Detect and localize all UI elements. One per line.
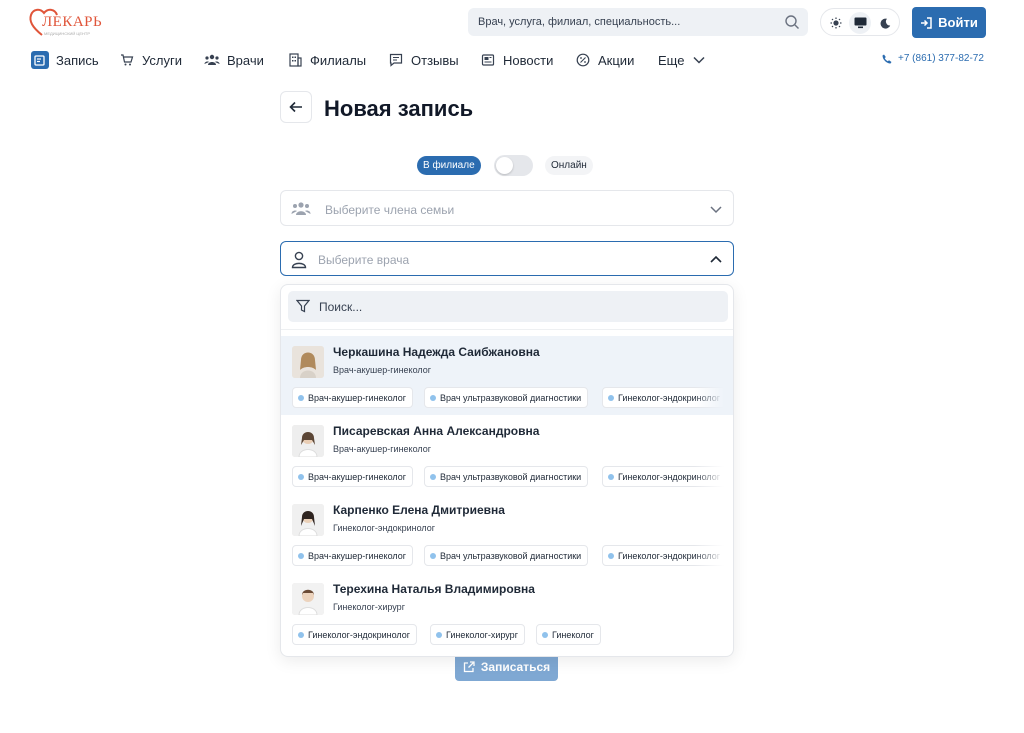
doctor-select[interactable]: Выберите врача bbox=[280, 241, 734, 276]
doctor-specialty: Гинеколог-эндокринолог bbox=[333, 523, 436, 533]
logo[interactable]: ЛЕКАРЬ МЕДИЦИНСКИЙ ЦЕНТР bbox=[28, 6, 103, 38]
nav-label: Врачи bbox=[227, 52, 264, 68]
doctor-specialty: Гинеколог-хирург bbox=[333, 602, 405, 612]
nav-item-zapis[interactable]: Запись bbox=[31, 51, 99, 69]
doctor-search-placeholder: Поиск... bbox=[319, 300, 363, 314]
nav-item-filialy[interactable]: Филиалы bbox=[287, 51, 366, 69]
doctor-avatar bbox=[292, 583, 324, 615]
main-nav: Запись Услуги Врачи Филиалы Отзывы Новос… bbox=[0, 48, 1024, 72]
chevron-up-icon bbox=[710, 255, 722, 263]
login-button[interactable]: Войти bbox=[912, 7, 986, 38]
arrow-left-icon bbox=[289, 101, 302, 113]
doctor-tags: Гинеколог-эндокринолог Гинеколог-хирург … bbox=[292, 624, 724, 646]
doctor-avatar bbox=[292, 425, 324, 457]
nav-label: Услуги bbox=[142, 52, 182, 68]
newspaper-icon bbox=[480, 52, 496, 68]
specialty-tag: Врач ультразвуковой диагностики bbox=[424, 466, 589, 487]
nav-label: Запись bbox=[56, 52, 99, 68]
phone-icon bbox=[882, 54, 892, 63]
user-icon bbox=[289, 251, 309, 269]
login-icon bbox=[921, 16, 932, 29]
back-button[interactable] bbox=[280, 91, 312, 123]
doctor-specialty: Врач-акушер-гинеколог bbox=[333, 444, 432, 454]
nav-item-uslugi[interactable]: Услуги bbox=[119, 51, 182, 69]
mode-toggle[interactable] bbox=[494, 155, 533, 176]
specialty-tag: Гинеколог-хирург bbox=[430, 624, 525, 645]
submit-label: Записаться bbox=[480, 660, 551, 674]
chevron-down-icon bbox=[710, 206, 722, 214]
nav-label: Новости bbox=[503, 52, 554, 68]
specialty-tag: Гинеколог-эндокринолог bbox=[292, 624, 418, 645]
nav-item-vrachi[interactable]: Врачи bbox=[204, 51, 264, 69]
doctor-option[interactable]: Карпенко Елена Дмитриевна Гинеколог-эндо… bbox=[281, 494, 733, 573]
doctor-tags: Врач-акушер-гинеколог Врач ультразвуково… bbox=[292, 545, 724, 567]
doctor-name: Черкашина Надежда Саибжановна bbox=[333, 345, 540, 359]
doctor-avatar bbox=[292, 504, 324, 536]
chevron-down-icon bbox=[691, 52, 707, 68]
nav-item-otzyvy[interactable]: Отзывы bbox=[388, 51, 459, 69]
divider bbox=[281, 329, 733, 330]
building-icon bbox=[287, 52, 303, 68]
external-link-icon bbox=[463, 661, 475, 673]
specialty-tag: Врач-акушер-гинеколог bbox=[292, 466, 414, 487]
mode-online-label[interactable]: Онлайн bbox=[545, 156, 593, 175]
doctor-tags: Врач-акушер-гинеколог Врач ультразвуково… bbox=[292, 466, 724, 488]
doctor-option[interactable]: Черкашина Надежда Саибжановна Врач-акуше… bbox=[281, 336, 733, 415]
doctor-name: Терехина Наталья Владимировна bbox=[333, 582, 535, 596]
doctor-avatar bbox=[292, 346, 324, 378]
sun-icon[interactable] bbox=[825, 12, 847, 34]
submit-button[interactable]: Записаться bbox=[455, 653, 558, 681]
doctor-name: Карпенко Елена Дмитриевна bbox=[333, 503, 505, 517]
doctor-name: Писаревская Анна Александровна bbox=[333, 424, 540, 438]
nav-label: Еще bbox=[658, 52, 685, 68]
top-bar: ЛЕКАРЬ МЕДИЦИНСКИЙ ЦЕНТР Врач, услуга, ф… bbox=[0, 0, 1024, 44]
discount-icon bbox=[575, 52, 591, 68]
calendar-edit-icon bbox=[31, 51, 49, 69]
nav-label: Отзывы bbox=[411, 52, 459, 68]
mode-branch-label[interactable]: В филиале bbox=[417, 156, 481, 175]
login-label: Войти bbox=[938, 15, 978, 30]
specialty-tag: Врач ультразвуковой диагностики bbox=[424, 545, 589, 566]
monitor-icon[interactable] bbox=[849, 12, 871, 34]
phone-link[interactable]: +7 (861) 377-82-72 bbox=[882, 53, 984, 64]
message-icon bbox=[388, 52, 404, 68]
doctor-tags: Врач-акушер-гинеколог Врач ультразвуково… bbox=[292, 387, 724, 409]
filter-icon bbox=[296, 299, 310, 313]
doctor-specialty: Врач-акушер-гинеколог bbox=[333, 365, 432, 375]
search-icon[interactable] bbox=[784, 14, 800, 30]
family-member-select[interactable]: Выберите члена семьи bbox=[280, 190, 734, 226]
page-title: Новая запись bbox=[324, 96, 474, 121]
global-search-placeholder: Врач, услуга, филиал, специальность... bbox=[478, 16, 681, 28]
logo-subtext: МЕДИЦИНСКИЙ ЦЕНТР bbox=[44, 31, 91, 36]
doctor-option[interactable]: Писаревская Анна Александровна Врач-акуш… bbox=[281, 415, 733, 494]
specialty-tag: Врач-акушер-гинеколог bbox=[292, 387, 414, 408]
nav-label: Акции bbox=[598, 52, 635, 68]
toggle-knob bbox=[496, 157, 513, 174]
moon-icon[interactable] bbox=[874, 12, 896, 34]
doctor-search-input[interactable]: Поиск... bbox=[288, 291, 728, 322]
nav-label: Филиалы bbox=[310, 52, 367, 68]
family-member-placeholder: Выберите члена семьи bbox=[325, 203, 455, 217]
nav-item-akcii[interactable]: Акции bbox=[575, 51, 634, 69]
doctor-option[interactable]: Терехина Наталья Владимировна Гинеколог-… bbox=[281, 573, 733, 652]
phone-number: +7 (861) 377-82-72 bbox=[898, 53, 984, 64]
nav-item-eshche[interactable]: Еще bbox=[658, 51, 707, 69]
cart-icon bbox=[119, 52, 135, 68]
doctor-dropdown: Поиск... Черкашина Надежда Саибжановна В… bbox=[280, 284, 734, 657]
nav-item-novosti[interactable]: Новости bbox=[480, 51, 553, 69]
specialty-tag: Врач-акушер-гинеколог bbox=[292, 545, 414, 566]
family-icon bbox=[291, 200, 311, 218]
users-icon bbox=[204, 52, 220, 68]
specialty-tag: Гинеколог bbox=[536, 624, 601, 645]
theme-switcher bbox=[820, 8, 900, 36]
logo-text: ЛЕКАРЬ bbox=[42, 14, 103, 30]
global-search-input[interactable]: Врач, услуга, филиал, специальность... bbox=[468, 8, 808, 36]
doctor-placeholder: Выберите врача bbox=[318, 253, 410, 267]
specialty-tag: Врач ультразвуковой диагностики bbox=[424, 387, 589, 408]
